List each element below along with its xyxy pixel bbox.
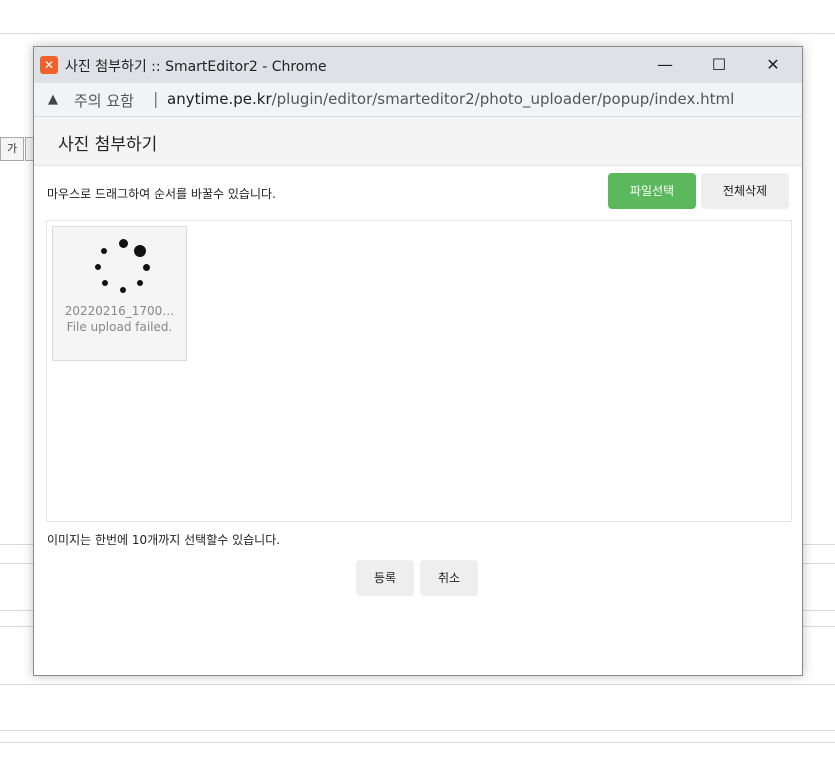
bg-font-size-button[interactable]: 가 [0,137,24,161]
maximize-button[interactable]: ☐ [692,47,746,83]
xampp-app-icon: ✕ [40,56,58,74]
url-host: anytime.pe.kr [167,90,272,108]
bg-divider [0,730,835,731]
url-text[interactable]: anytime.pe.kr/plugin/editor/smarteditor2… [167,90,734,108]
image-thumbnail[interactable]: 20220216_1700… File upload failed. [52,226,187,361]
window-title: 사진 첨부하기 :: SmartEditor2 - Chrome [65,59,327,75]
minimize-button[interactable]: — [638,47,692,83]
url-path: /plugin/editor/smarteditor2/photo_upload… [271,90,735,108]
warning-icon[interactable]: ▲ [48,92,58,107]
security-warning-label[interactable]: 주의 요함 [74,90,134,111]
submit-button[interactable]: 등록 [356,560,414,596]
address-separator: | [153,89,159,108]
page-title: 사진 첨부하기 [58,135,158,155]
thumbnail-status: File upload failed. [66,320,173,334]
window-titlebar[interactable]: ✕ 사진 첨부하기 :: SmartEditor2 - Chrome — ☐ ✕ [34,47,802,83]
popup-window: ✕ 사진 첨부하기 :: SmartEditor2 - Chrome — ☐ ✕… [33,46,803,676]
file-select-button[interactable]: 파일선택 [608,173,696,209]
thumbnail-filename: 20220216_1700… [64,304,175,318]
close-button[interactable]: ✕ [746,47,800,83]
drag-order-hint: 마우스로 드래그하여 순서를 바꿀수 있습니다. [47,187,276,201]
image-drop-area[interactable]: 20220216_1700… File upload failed. [46,220,792,522]
bg-divider [0,684,835,685]
bg-divider [0,742,835,743]
address-bar[interactable]: ▲ 주의 요함 | anytime.pe.kr/plugin/editor/sm… [34,83,802,117]
delete-all-button[interactable]: 전체삭제 [701,173,789,209]
cancel-button[interactable]: 취소 [420,560,478,596]
page-header: 사진 첨부하기 [34,117,802,166]
max-images-hint: 이미지는 한번에 10개까지 선택할수 있습니다. [47,533,281,547]
bg-divider [0,33,835,34]
photo-uploader-page: 사진 첨부하기 마우스로 드래그하여 순서를 바꿀수 있습니다. 파일선택 전체… [34,117,802,675]
